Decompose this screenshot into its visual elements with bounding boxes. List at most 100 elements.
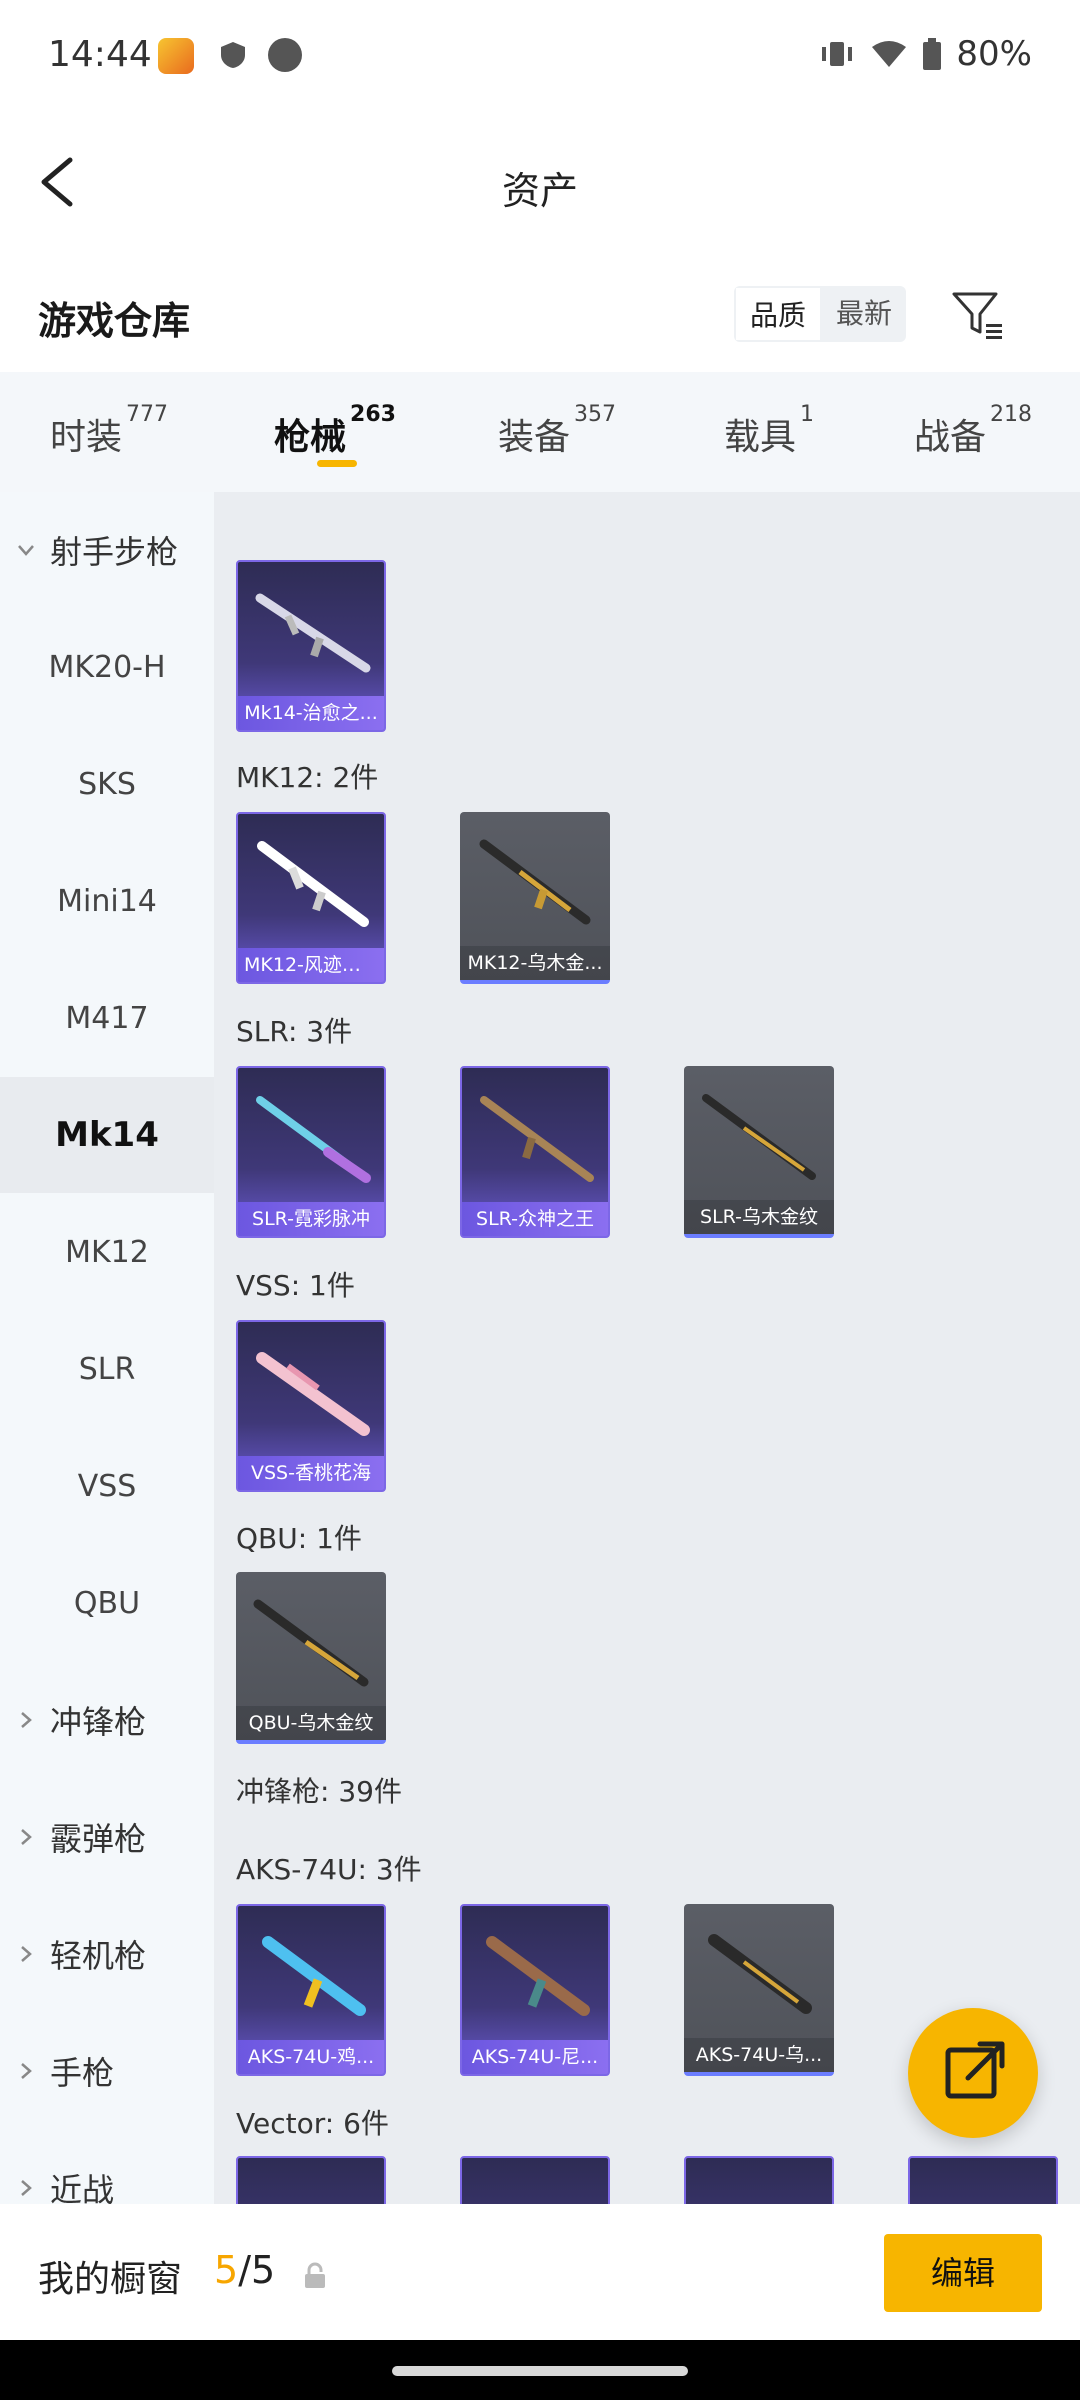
edit-button[interactable]: 编辑: [884, 2234, 1042, 2312]
rifle-icon: [257, 841, 369, 927]
tab-outfit[interactable]: 时装777: [50, 402, 168, 460]
card-caption: AKS-74U-乌...: [684, 2038, 834, 2072]
tab-equipment[interactable]: 装备357: [498, 402, 616, 460]
showcase-label: 我的橱窗: [38, 2259, 183, 2300]
showcase-footer: 我的橱窗 5/5 编辑: [0, 2204, 1080, 2340]
card-caption: SLR-众神之王: [462, 1202, 608, 1236]
chevron-right-icon: [21, 2063, 32, 2079]
weapon-card[interactable]: [236, 2156, 386, 2204]
chevron-right-icon: [21, 1946, 32, 1962]
showcase-count: 5/5: [214, 2248, 275, 2292]
group-label-mk12: MK12: 2件: [236, 761, 379, 794]
sidebar-item-qbu[interactable]: QBU: [0, 1545, 214, 1661]
status-time: 14:44: [48, 34, 152, 75]
sidebar-item-vss[interactable]: VSS: [0, 1428, 214, 1544]
sort-quality-button[interactable]: 品质: [734, 286, 823, 342]
status-indicators: 80%: [818, 34, 1032, 74]
chevron-down-icon: [18, 545, 34, 556]
weapon-grid: Mk14-治愈之... MK12: 2件 MK12-风迹短... MK12-乌木…: [214, 492, 1080, 2204]
weapon-category-sidebar: 射手步枪 MK20-H SKS Mini14 M417 Mk14 MK12 SL…: [0, 492, 214, 2204]
calendar-icon: [268, 38, 302, 72]
showcase-count-total: /5: [238, 2248, 276, 2292]
sidebar-item-m417[interactable]: M417: [0, 960, 214, 1076]
app-header: 资产: [0, 112, 1080, 252]
card-caption: QBU-乌木金纹: [236, 1706, 386, 1740]
weapon-card[interactable]: SLR-乌木金纹: [684, 1066, 834, 1238]
weapon-card[interactable]: [684, 2156, 834, 2204]
filter-icon[interactable]: [950, 288, 1006, 344]
sidebar-group-melee[interactable]: 近战: [0, 2130, 214, 2204]
smg-icon: [486, 1936, 590, 2016]
battery-icon: [923, 38, 942, 70]
sidebar-group-label: 射手步枪: [50, 533, 179, 571]
rifle-icon: [255, 593, 371, 673]
weapon-card[interactable]: AKS-74U-鸡...: [236, 1904, 386, 2076]
card-caption: AKS-74U-鸡...: [238, 2040, 384, 2074]
sidebar-group-shotgun[interactable]: 霰弹枪: [0, 1779, 214, 1895]
sidebar-group-label: 轻机枪: [50, 1937, 147, 1975]
rifle-icon: [479, 839, 591, 925]
weapon-card[interactable]: [460, 2156, 610, 2204]
sidebar-item-mini14[interactable]: Mini14: [0, 843, 214, 959]
system-nav-bar: [0, 2340, 1080, 2400]
weapon-card[interactable]: VSS-香桃花海: [236, 1320, 386, 1492]
group-label-qbu: QBU: 1件: [236, 1522, 362, 1555]
category-tabs: 时装777 枪械263 装备357 载具1 战备218: [0, 372, 1080, 492]
card-caption: SLR-乌木金纹: [684, 1200, 834, 1234]
chevron-right-icon: [21, 2180, 32, 2196]
sidebar-group-pistol[interactable]: 手枪: [0, 2013, 214, 2129]
weapon-card[interactable]: SLR-众神之王: [460, 1066, 610, 1238]
card-caption: AKS-74U-尼...: [462, 2040, 608, 2074]
weapon-card[interactable]: MK12-乌木金...: [460, 812, 610, 984]
sidebar-group-label: 霰弹枪: [50, 1820, 147, 1858]
chevron-right-icon: [21, 1829, 32, 1845]
group-label-vss: VSS: 1件: [236, 1269, 355, 1302]
sidebar-item-mk14[interactable]: Mk14: [0, 1077, 214, 1193]
home-gesture-handle[interactable]: [392, 2366, 688, 2376]
sidebar-item-mk20h[interactable]: MK20-H: [0, 609, 214, 725]
rifle-icon: [256, 1096, 371, 1183]
sidebar-group-label: 近战: [50, 2171, 115, 2204]
smg-icon: [708, 1934, 812, 2014]
tab-vehicles[interactable]: 载具1: [724, 402, 814, 460]
sort-latest-button[interactable]: 最新: [822, 286, 906, 342]
group-label-vector: Vector: 6件: [236, 2107, 389, 2140]
page-title: 资产: [501, 169, 578, 213]
warehouse-header: 游戏仓库 品质 最新: [0, 252, 1080, 372]
sidebar-group-marksman-rifle[interactable]: 射手步枪: [0, 492, 214, 608]
weapon-card[interactable]: AKS-74U-尼...: [460, 1904, 610, 2076]
sidebar-group-lmg[interactable]: 轻机枪: [0, 1896, 214, 2012]
sidebar-item-mk12[interactable]: MK12: [0, 1194, 214, 1310]
card-caption: SLR-霓彩脉冲: [238, 1202, 384, 1236]
weapon-card[interactable]: QBU-乌木金纹: [236, 1572, 386, 1744]
weapon-card[interactable]: [908, 2156, 1058, 2204]
sidebar-item-sks[interactable]: SKS: [0, 726, 214, 842]
weapon-card[interactable]: Mk14-治愈之...: [236, 560, 386, 732]
rifle-icon: [256, 1352, 370, 1436]
weapon-card[interactable]: SLR-霓彩脉冲: [236, 1066, 386, 1238]
lock-icon: [305, 2262, 325, 2288]
rifle-icon: [480, 1096, 594, 1182]
status-bar: 14:44 80%: [0, 0, 1080, 112]
battery-percent: 80%: [956, 34, 1032, 74]
card-caption: VSS-香桃花海: [238, 1456, 384, 1490]
smg-icon: [262, 1936, 366, 2016]
app-notification-icon: [158, 38, 194, 74]
vibrate-icon: [822, 42, 853, 66]
share-button[interactable]: [908, 2008, 1038, 2138]
card-caption: Mk14-治愈之...: [238, 696, 384, 730]
group-label-slr: SLR: 3件: [236, 1015, 353, 1048]
group-label-aks74u: AKS-74U: 3件: [236, 1853, 422, 1886]
weapon-card[interactable]: AKS-74U-乌...: [684, 1904, 834, 2076]
tab-weapons[interactable]: 枪械263: [274, 402, 396, 460]
sidebar-group-label: 冲锋枪: [50, 1703, 147, 1741]
showcase-count-current: 5: [214, 2248, 239, 2292]
weapon-card[interactable]: MK12-风迹短...: [236, 812, 386, 984]
tab-battle-prep[interactable]: 战备218: [914, 402, 1032, 460]
shield-icon: [221, 42, 245, 68]
rifle-icon: [253, 1599, 369, 1687]
rifle-icon: [702, 1094, 816, 1180]
card-caption: MK12-乌木金...: [460, 946, 610, 980]
sidebar-item-slr[interactable]: SLR: [0, 1311, 214, 1427]
sidebar-group-smg[interactable]: 冲锋枪: [0, 1662, 214, 1778]
